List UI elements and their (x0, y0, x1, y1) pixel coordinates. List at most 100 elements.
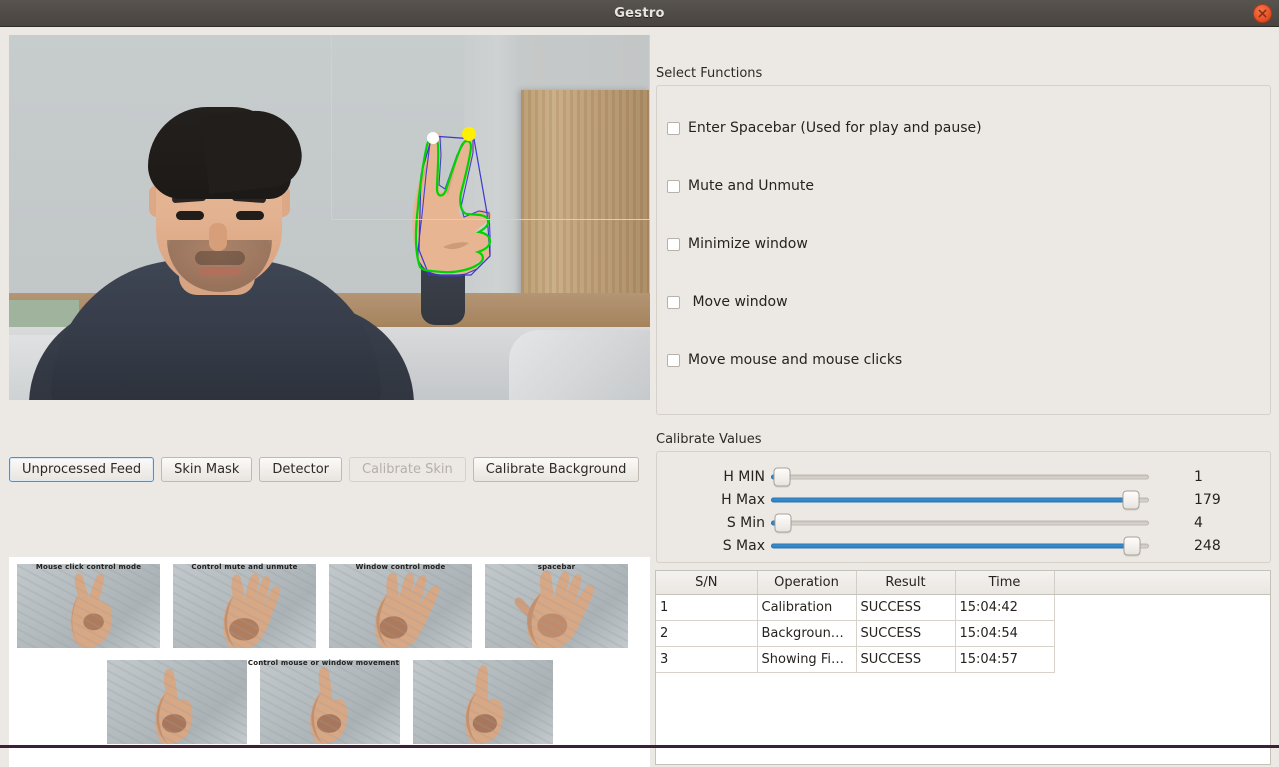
gesture-thumb-window-control[interactable]: Window control mode (326, 561, 475, 651)
slider-handle[interactable] (774, 513, 792, 532)
cell-operation: Backgroun… (757, 620, 857, 647)
slider-label: S Max (722, 537, 765, 554)
slider-fill (771, 497, 1129, 502)
slider-value: 248 (1194, 537, 1221, 554)
close-glyph (1258, 9, 1267, 18)
checkbox-enter-spacebar[interactable] (667, 121, 680, 135)
person-nose (209, 223, 227, 251)
cell-operation: Calibration (757, 594, 857, 621)
operation-log-table[interactable]: S/N Operation Result Time 1 Calibration … (655, 570, 1271, 765)
unprocessed-feed-button[interactable]: Unprocessed Feed (9, 457, 155, 482)
table-row[interactable]: 3 Showing Fi… SUCCESS 15:04:57 (656, 646, 1270, 673)
slider-handle[interactable] (1122, 490, 1140, 509)
column-header-operation[interactable]: Operation (757, 571, 857, 595)
detector-button[interactable]: Detector (259, 457, 343, 482)
gesture-guide-row-1: Mouse click control mode Control mute an… (9, 557, 650, 651)
slider-h-max[interactable] (771, 488, 1149, 511)
cell-filler (1054, 646, 1270, 672)
calibrate-values-group: H MIN 1 H Max 179 S Min 4 S Max 248 (656, 451, 1271, 563)
slider-h-min[interactable] (771, 465, 1149, 488)
column-header-filler (1054, 571, 1270, 595)
column-header-sn[interactable]: S/N (656, 571, 758, 595)
person-mouth (199, 267, 241, 276)
slider-row-h-min: H MIN 1 (657, 465, 1272, 488)
cell-time: 15:04:57 (955, 646, 1055, 673)
slider-value: 179 (1194, 491, 1221, 508)
cell-time: 15:04:54 (955, 620, 1055, 647)
slider-label: H MIN (723, 468, 765, 485)
gesture-thumb-image (485, 564, 628, 648)
slider-row-h-max: H Max 179 (657, 488, 1272, 511)
index-finger-gesture-icon (154, 668, 192, 744)
close-icon[interactable] (1253, 4, 1272, 23)
gesture-thumb-image (106, 660, 247, 744)
gesture-thumb-spacebar[interactable]: spacebar (482, 561, 631, 651)
two-finger-gesture-icon (70, 573, 113, 648)
window-body: Unprocessed Feed Skin Mask Detector Cali… (0, 27, 1279, 767)
checkbox-label: Enter Spacebar (Used for play and pause) (688, 120, 982, 136)
cell-result: SUCCESS (856, 594, 956, 621)
person-forearm (421, 230, 465, 325)
checkbox-row-enter-spacebar[interactable]: Enter Spacebar (Used for play and pause) (667, 120, 982, 136)
checkbox-label: Minimize window (688, 236, 808, 252)
cell-filler (1054, 620, 1270, 646)
skin-mask-button[interactable]: Skin Mask (161, 457, 253, 482)
calibrate-skin-button: Calibrate Skin (349, 457, 466, 482)
cell-result: SUCCESS (856, 646, 956, 673)
gesture-thumb-image (412, 660, 553, 744)
checkbox-move-mouse-clicks[interactable] (667, 353, 680, 367)
select-functions-group: Enter Spacebar (Used for play and pause)… (656, 85, 1271, 415)
gesture-thumb-image (17, 564, 160, 648)
camera-feed[interactable] (9, 35, 650, 400)
gesture-thumb-image (259, 660, 400, 744)
slider-row-s-max: S Max 248 (657, 534, 1272, 557)
scene-bedding-right (509, 330, 650, 400)
roi-rectangle (331, 35, 650, 220)
slider-handle[interactable] (1123, 536, 1141, 555)
gesture-caption: spacebar (537, 563, 576, 571)
checkbox-row-move-mouse[interactable]: Move mouse and mouse clicks (667, 352, 902, 368)
column-header-time[interactable]: Time (955, 571, 1055, 595)
person-eye-right (236, 211, 264, 220)
slider-groove (771, 474, 1149, 479)
title-bar: Gestro (0, 0, 1279, 27)
slider-s-min[interactable] (771, 511, 1149, 534)
table-row[interactable]: 1 Calibration SUCCESS 15:04:42 (656, 594, 1270, 621)
checkbox-row-minimize-window[interactable]: Minimize window (667, 236, 808, 252)
gesture-thumb-mouse-click[interactable]: Mouse click control mode (14, 561, 163, 651)
gesture-thumb-image (173, 564, 316, 648)
gesture-thumb-image (329, 564, 472, 648)
checkbox-label: Move window (688, 294, 788, 310)
table-row[interactable]: 2 Backgroun… SUCCESS 15:04:54 (656, 620, 1270, 647)
select-functions-label: Select Functions (656, 66, 763, 81)
view-mode-button-row: Unprocessed Feed Skin Mask Detector Cali… (9, 457, 640, 482)
table-header-row: S/N Operation Result Time (656, 571, 1270, 595)
checkbox-row-mute-unmute[interactable]: Mute and Unmute (667, 178, 814, 194)
checkbox-row-move-window[interactable]: Move window (667, 294, 788, 310)
slider-value: 1 (1194, 468, 1203, 485)
cell-sn: 1 (656, 594, 758, 621)
checkbox-minimize-window[interactable] (667, 237, 680, 251)
person-moustache (195, 251, 245, 265)
gesture-thumb-pointer-3[interactable] (409, 657, 556, 747)
gesture-caption: Window control mode (355, 563, 446, 571)
checkbox-move-window[interactable] (667, 295, 680, 309)
calibrate-background-button[interactable]: Calibrate Background (472, 457, 640, 482)
checkbox-label: Move mouse and mouse clicks (688, 352, 903, 368)
column-header-result[interactable]: Result (856, 571, 956, 595)
gesture-thumb-mute-unmute[interactable]: Control mute and unmute (170, 561, 319, 651)
four-finger-spread-gesture-icon (374, 572, 440, 648)
gesture-thumb-pointer-2[interactable] (256, 657, 403, 747)
cell-sn: 2 (656, 620, 758, 647)
slider-handle[interactable] (773, 467, 791, 486)
gesture-thumb-pointer-1[interactable] (103, 657, 250, 747)
calibrate-values-label: Calibrate Values (656, 432, 762, 447)
checkbox-mute-unmute[interactable] (667, 179, 680, 193)
slider-s-max[interactable] (771, 534, 1149, 557)
gesture-guide-panel: Mouse click control mode Control mute an… (9, 557, 650, 767)
slider-row-s-min: S Min 4 (657, 511, 1272, 534)
open-palm-gesture-icon (514, 570, 595, 648)
checkbox-label: Mute and Unmute (688, 178, 815, 194)
gesture-caption: Mouse click control mode (35, 563, 142, 571)
four-finger-gesture-icon (223, 573, 280, 648)
